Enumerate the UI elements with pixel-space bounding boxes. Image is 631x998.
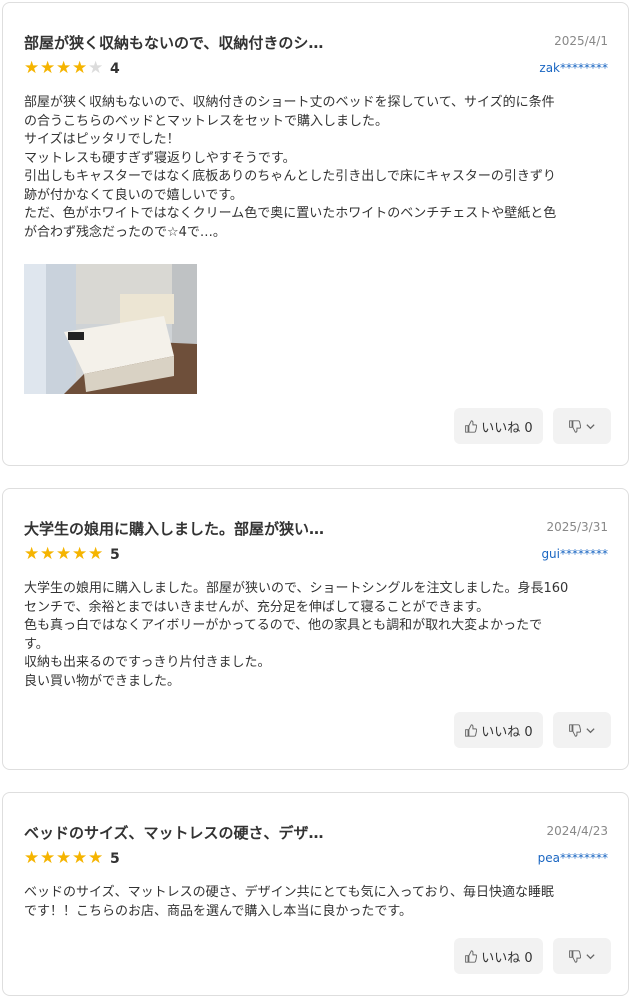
star-icon: ★ bbox=[88, 544, 104, 564]
chevron-down-icon bbox=[586, 423, 595, 429]
star-icon: ★ bbox=[56, 848, 72, 868]
review-photo[interactable] bbox=[24, 264, 197, 394]
reviewer-name[interactable]: zak******** bbox=[539, 61, 608, 75]
review-card: ベッドのサイズ、マットレスの硬さ、デザ… 2024/4/23 ★ ★ ★ ★ ★… bbox=[2, 792, 629, 996]
star-icon: ★ bbox=[24, 544, 40, 564]
star-icon: ★ bbox=[40, 848, 56, 868]
star-rating: ★ ★ ★ ★ ★ 5 bbox=[24, 850, 120, 867]
reviewer-name[interactable]: gui******** bbox=[541, 547, 608, 561]
review-title[interactable]: 部屋が狭く収納もないので、収納付きのシ… bbox=[24, 32, 323, 53]
thumbs-up-icon bbox=[465, 723, 478, 737]
thumbs-up-icon bbox=[465, 419, 478, 433]
rating-value: 4 bbox=[110, 60, 120, 77]
star-icon: ★ bbox=[88, 58, 104, 78]
dislike-button[interactable] bbox=[553, 938, 611, 974]
review-title[interactable]: 大学生の娘用に購入しました。部屋が狭い… bbox=[24, 518, 324, 539]
dislike-button[interactable] bbox=[553, 408, 611, 444]
thumbs-down-icon bbox=[569, 949, 581, 963]
rating-value: 5 bbox=[110, 546, 120, 563]
star-icon: ★ bbox=[72, 58, 88, 78]
reviewer-name[interactable]: pea******** bbox=[538, 851, 608, 865]
star-icon: ★ bbox=[40, 58, 56, 78]
star-icon: ★ bbox=[72, 848, 88, 868]
star-icon: ★ bbox=[72, 544, 88, 564]
star-icon: ★ bbox=[56, 58, 72, 78]
like-label: いいね 0 bbox=[481, 724, 533, 740]
thumbs-up-icon bbox=[465, 949, 478, 963]
like-label: いいね 0 bbox=[481, 950, 533, 966]
review-body: ベッドのサイズ、マットレスの硬さ、デザイン共にとても気に入っており、毎日快適な睡… bbox=[24, 885, 555, 919]
like-label: いいね 0 bbox=[481, 420, 533, 436]
bed-photo-image bbox=[24, 264, 197, 394]
star-icon: ★ bbox=[24, 848, 40, 868]
review-date: 2024/4/23 bbox=[546, 824, 608, 838]
like-button[interactable]: いいね 0 bbox=[454, 712, 543, 748]
star-rating: ★ ★ ★ ★ ★ 5 bbox=[24, 546, 120, 563]
like-button[interactable]: いいね 0 bbox=[454, 408, 543, 444]
star-icon: ★ bbox=[24, 58, 40, 78]
review-body: 大学生の娘用に購入しました。部屋が狭いので、ショートシングルを注文しました。身長… bbox=[24, 581, 569, 689]
star-icon: ★ bbox=[40, 544, 56, 564]
review-card: 部屋が狭く収納もないので、収納付きのシ… 2025/4/1 ★ ★ ★ ★ ★ … bbox=[2, 2, 629, 466]
thumbs-down-icon bbox=[569, 723, 581, 737]
review-date: 2025/3/31 bbox=[546, 520, 608, 534]
review-date: 2025/4/1 bbox=[554, 34, 608, 48]
like-button[interactable]: いいね 0 bbox=[454, 938, 543, 974]
thumbs-down-icon bbox=[569, 419, 581, 433]
dislike-button[interactable] bbox=[553, 712, 611, 748]
chevron-down-icon bbox=[586, 953, 595, 959]
star-icon: ★ bbox=[56, 544, 72, 564]
rating-value: 5 bbox=[110, 850, 120, 867]
star-icon: ★ bbox=[88, 848, 104, 868]
chevron-down-icon bbox=[586, 727, 595, 733]
review-title[interactable]: ベッドのサイズ、マットレスの硬さ、デザ… bbox=[24, 822, 324, 843]
star-rating: ★ ★ ★ ★ ★ 4 bbox=[24, 60, 120, 77]
review-body: 部屋が狭く収納もないので、収納付きのショート丈のベッドを探していて、サイズ的に条… bbox=[24, 95, 557, 240]
review-card: 大学生の娘用に購入しました。部屋が狭い… 2025/3/31 ★ ★ ★ ★ ★… bbox=[2, 488, 629, 770]
